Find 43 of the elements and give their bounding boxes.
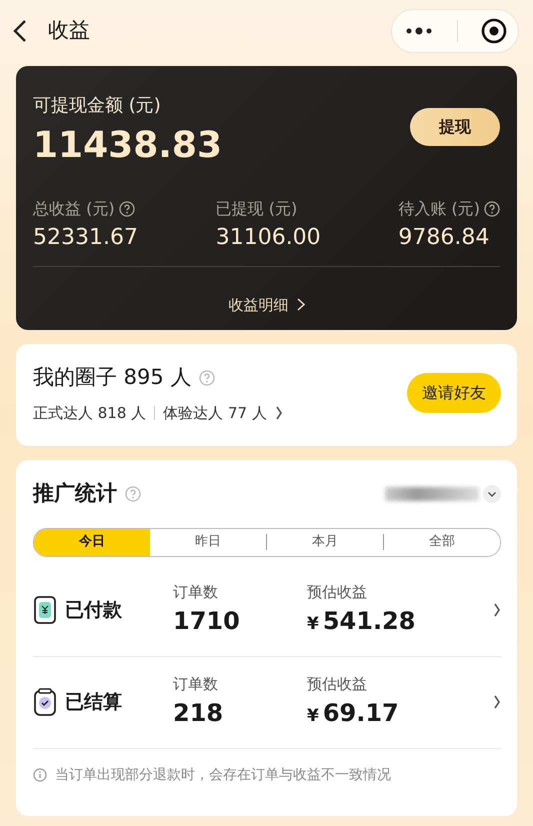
detail-link[interactable]: 收益明细 — [228, 294, 304, 316]
info-note: 当订单出现部分退款时，会存在订单与收益不一致情况 — [55, 766, 391, 784]
income-label: 预估收益 — [307, 674, 368, 695]
page-title: 收益 — [48, 17, 90, 44]
income-value: 541.28 — [322, 606, 416, 638]
chevron-right-icon — [493, 695, 501, 709]
info-icon — [33, 768, 47, 782]
orders-label: 订单数 — [173, 582, 219, 603]
balance-label: 可提现金额 (元) — [33, 94, 162, 118]
stat-value: 9786.84 — [398, 224, 490, 252]
capsule-menu[interactable] — [391, 9, 519, 53]
orders-count: 1710 — [173, 606, 241, 638]
stats-title: 推广统计 — [33, 480, 117, 507]
check-icon — [33, 688, 57, 716]
back-icon[interactable] — [12, 19, 28, 43]
stat-value: 52331.67 — [33, 224, 138, 252]
circle-title: 我的圈子 895 人 — [33, 364, 192, 391]
currency-symbol: ¥ — [307, 613, 319, 636]
stat-value: 31106.00 — [216, 224, 321, 252]
chevron-right-icon — [274, 406, 283, 420]
order-row[interactable]: 已结算 订单数 218 预估收益 ¥ 69.17 — [33, 656, 501, 748]
income-value: 69.17 — [322, 698, 399, 730]
currency-symbol: ¥ — [307, 705, 319, 728]
chevron-right-icon — [296, 298, 304, 312]
row-label: 已结算 — [65, 690, 122, 715]
member-count: 体验达人 77 人 — [163, 402, 267, 424]
balance-amount: 11438.83 — [33, 124, 222, 168]
chevron-down-icon[interactable] — [483, 484, 501, 503]
period-tab[interactable]: 今日 — [34, 528, 150, 556]
member-count: 正式达人 818 人 — [33, 402, 146, 424]
invite-button[interactable]: 邀请好友 — [407, 373, 501, 413]
stat-label: 待入账 (元) — [398, 198, 480, 220]
order-row[interactable]: 已付款 订单数 1710 预估收益 ¥ 541.28 — [33, 564, 501, 656]
income-label: 预估收益 — [307, 582, 368, 603]
orders-label: 订单数 — [173, 674, 219, 695]
more-icon[interactable] — [404, 26, 434, 36]
stat-label: 总收益 (元) — [33, 198, 115, 220]
payment-icon — [33, 596, 57, 624]
orders-count: 218 — [173, 698, 224, 730]
chevron-right-icon — [493, 603, 501, 617]
withdraw-button[interactable]: 提现 — [410, 108, 500, 146]
stat-label: 已提现 (元) — [216, 198, 298, 220]
row-label: 已付款 — [65, 598, 122, 623]
